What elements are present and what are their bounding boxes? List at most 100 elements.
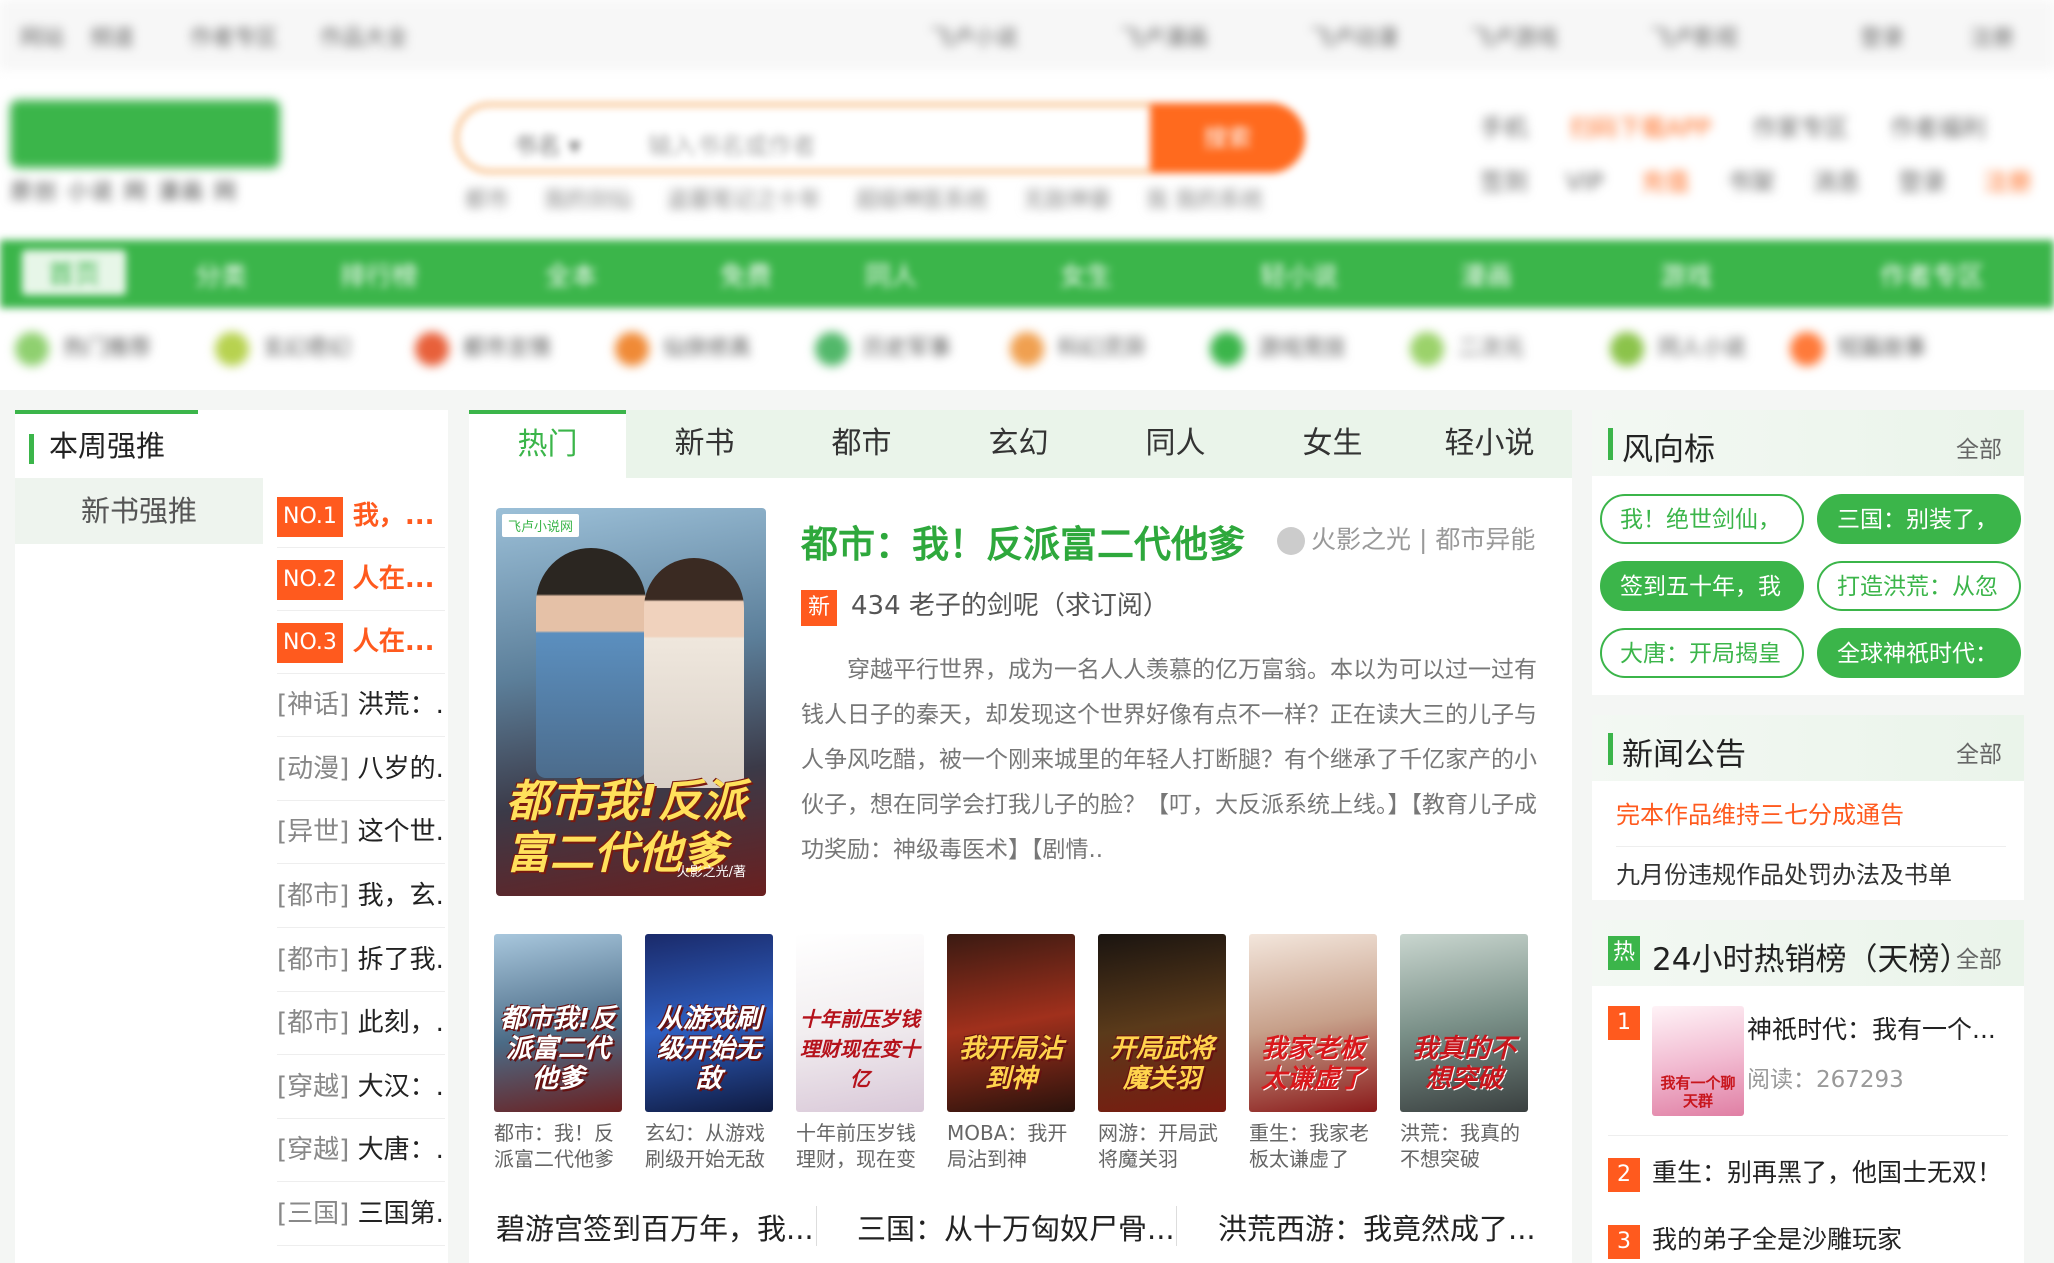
book-card[interactable]: 我家老板太谦虚了 重生：我家老板太谦虚了 bbox=[1249, 934, 1377, 1174]
tab-fanfic[interactable]: 同人 bbox=[1097, 410, 1254, 478]
tab-new[interactable]: 新书 bbox=[626, 410, 783, 478]
book-card[interactable]: 都市我!反派富二代他爹 都市：我！反派富二代他爹 bbox=[494, 934, 622, 1174]
topbar-link[interactable]: 飞卢小说 bbox=[930, 20, 1018, 52]
topbar-link[interactable]: 飞卢游戏 bbox=[1470, 20, 1558, 52]
topbar-link[interactable]: 频道 bbox=[90, 20, 134, 52]
category-link[interactable]: 科幻灵异 bbox=[1010, 330, 1146, 366]
trend-pill[interactable]: 签到五十年，我 bbox=[1600, 561, 1804, 611]
header-link[interactable]: 手机 bbox=[1480, 114, 1528, 142]
category-link[interactable]: 历史军事 bbox=[815, 330, 951, 366]
hot-book-cover[interactable]: 我有一个聊天群 bbox=[1652, 1006, 1744, 1116]
book-card[interactable]: 从游戏刷级开始无敌 玄幻：从游戏刷级开始无敌 bbox=[645, 934, 773, 1174]
book-card[interactable]: 我真的不想突破 洪荒：我真的不想突破 bbox=[1400, 934, 1528, 1174]
nav-item[interactable]: 女生 bbox=[1060, 256, 1112, 293]
rank-item[interactable]: [都市] 我，玄... bbox=[277, 865, 445, 928]
topbar-link[interactable]: 飞卢影视 bbox=[1650, 20, 1738, 52]
hot-keyword[interactable]: 我的剑仙 bbox=[544, 188, 632, 213]
topbar-link[interactable]: 飞卢漫画 bbox=[1120, 20, 1208, 52]
trend-pill[interactable]: 我！绝世剑仙， bbox=[1600, 494, 1804, 544]
rank-item[interactable]: NO.2 人在... bbox=[277, 548, 445, 611]
hot-item-top[interactable]: 1 bbox=[1608, 1006, 1652, 1040]
topbar-link[interactable]: 作者专区 bbox=[190, 20, 278, 52]
trend-pill[interactable]: 大唐：开局揭皇 bbox=[1600, 628, 1804, 678]
rank-item[interactable]: NO.3 人在... bbox=[277, 611, 445, 674]
header-link[interactable]: 签到 bbox=[1480, 168, 1528, 196]
hot-keyword[interactable]: 超级神医系统 bbox=[856, 188, 988, 213]
tab-weekly-recommend[interactable]: 本周强推 bbox=[15, 410, 198, 478]
book-card[interactable]: 开局武将魔关羽 网游：开局武将魔关羽 bbox=[1098, 934, 1226, 1174]
header-link[interactable]: 登录 bbox=[1898, 168, 1946, 196]
view-all-link[interactable]: 全部 bbox=[1956, 940, 2002, 974]
hot-keyword[interactable]: 盗墓笔记之十年 bbox=[667, 188, 821, 213]
book-card[interactable]: 我开局沾到神 MOBA：我开局沾到神 bbox=[947, 934, 1075, 1174]
category-link[interactable]: 玄幻奇幻 bbox=[215, 330, 351, 366]
category-link[interactable]: 游戏竞技 bbox=[1210, 330, 1346, 366]
news-item[interactable]: 九月份违规作品处罚办法及书单 bbox=[1616, 855, 2006, 890]
book-card[interactable]: 十年前压岁钱理财现在变十亿 十年前压岁钱理财，现在变 bbox=[796, 934, 924, 1174]
rank-item[interactable]: [神话] 洪荒：... bbox=[277, 674, 445, 737]
topbar-link[interactable]: 网站 bbox=[20, 20, 64, 52]
topbar-link[interactable]: 飞卢动漫 bbox=[1310, 20, 1398, 52]
hot-item[interactable]: 3 我的弟子全是沙雕玩家 bbox=[1608, 1220, 1902, 1259]
rank-item[interactable]: [穿越] 大汉：... bbox=[277, 1056, 445, 1119]
tab-female[interactable]: 女生 bbox=[1254, 410, 1411, 478]
tab-fantasy[interactable]: 玄幻 bbox=[940, 410, 1097, 478]
news-item[interactable]: 完本作品维持三七分成通告 bbox=[1616, 795, 2006, 847]
nav-item[interactable]: 分类 bbox=[195, 256, 247, 293]
rank-item[interactable]: [穿越] 大唐：... bbox=[277, 1119, 445, 1182]
nav-item[interactable]: 轻小说 bbox=[1260, 256, 1338, 293]
hot-item[interactable]: 2 重生：别再黑了，他国士无双！ bbox=[1608, 1153, 2002, 1192]
header-link[interactable]: 注册 bbox=[1984, 168, 2032, 196]
header-link[interactable]: VIP bbox=[1566, 168, 1604, 196]
nav-item[interactable]: 排行榜 bbox=[340, 256, 418, 293]
search-input[interactable]: 输入书名或作者 bbox=[648, 126, 816, 161]
nav-item[interactable]: 作者专区 bbox=[1880, 256, 1984, 293]
category-link[interactable]: 都市言情 bbox=[415, 330, 551, 366]
nav-item[interactable]: 游戏 bbox=[1660, 256, 1712, 293]
header-link[interactable]: 消息 bbox=[1813, 168, 1861, 196]
rank-item[interactable]: [动漫] 八岁的... bbox=[277, 738, 445, 801]
rank-item[interactable]: [三国] 三国第... bbox=[277, 1183, 445, 1246]
rank-item[interactable]: [都市] 此刻，... bbox=[277, 992, 445, 1055]
rank-item[interactable]: [都市] 拆了我... bbox=[277, 929, 445, 992]
category-link[interactable]: 同人小说 bbox=[1610, 330, 1746, 366]
header-link[interactable]: 作家专区 bbox=[1753, 114, 1849, 142]
featured-book-title[interactable]: 都市：我！反派富二代他爹 bbox=[801, 514, 1245, 568]
book-link[interactable]: 洪荒西游：我竟然成了... bbox=[1218, 1206, 1536, 1248]
topbar-link[interactable]: 作品大全 bbox=[320, 20, 408, 52]
topbar-link[interactable]: 登录 bbox=[1860, 20, 1904, 52]
book-link[interactable]: 碧游宫签到百万年，我... bbox=[496, 1206, 814, 1248]
latest-chapter[interactable]: 新 434 老子的剑呢（求订阅） bbox=[801, 585, 1169, 626]
category-link[interactable]: 仙侠修真 bbox=[615, 330, 751, 366]
nav-item[interactable]: 同人 bbox=[865, 256, 917, 293]
trend-pill[interactable]: 三国：别装了， bbox=[1817, 494, 2021, 544]
category-link[interactable]: 短篇故事 bbox=[1790, 330, 1926, 366]
topbar-link[interactable]: 注册 bbox=[1970, 20, 2014, 52]
hot-keyword[interactable]: 都市 bbox=[465, 188, 509, 213]
search-box[interactable]: 书名 ▾ 输入书名或作者 搜索 bbox=[455, 103, 1305, 173]
search-scope-select[interactable]: 书名 ▾ bbox=[513, 126, 581, 161]
trend-pill[interactable]: 全球神祇时代： bbox=[1817, 628, 2021, 678]
tab-light-novel[interactable]: 轻小说 bbox=[1411, 410, 1568, 478]
featured-book-cover[interactable]: 飞卢小说网 都市我!反派富二代他爹 火影之光/著 bbox=[496, 508, 766, 896]
tab-new-book-recommend[interactable]: 新书强推 bbox=[15, 478, 263, 544]
rank-item[interactable]: NO.1 我，... bbox=[277, 485, 445, 548]
header-link[interactable]: 扫码下载APP bbox=[1570, 114, 1711, 142]
hot-book-title[interactable]: 神祇时代：我有一个... bbox=[1747, 1010, 1996, 1046]
header-link[interactable]: 充值 bbox=[1641, 168, 1689, 196]
search-button[interactable]: 搜索 bbox=[1150, 103, 1305, 173]
site-logo[interactable]: 原创 小说 网 漫画 网 bbox=[10, 100, 280, 205]
category-link[interactable]: 热门推荐 bbox=[15, 330, 151, 366]
nav-item[interactable]: 漫画 bbox=[1460, 256, 1512, 293]
trend-pill[interactable]: 打造洪荒：从忽 bbox=[1817, 561, 2021, 611]
book-link[interactable]: 三国：从十万匈奴尸骨... bbox=[857, 1206, 1175, 1248]
featured-book-author[interactable]: 火影之光 | 都市异能 bbox=[1277, 520, 1535, 556]
header-link[interactable]: 书架 bbox=[1727, 168, 1775, 196]
nav-item[interactable]: 免费 bbox=[720, 256, 772, 293]
hot-keyword[interactable]: 无敌神豪 bbox=[1023, 188, 1111, 213]
rank-item[interactable]: [异世] 这个世... bbox=[277, 801, 445, 864]
header-link[interactable]: 作者福利 bbox=[1890, 114, 1986, 142]
nav-item-home[interactable]: 首页 bbox=[22, 250, 127, 295]
view-all-link[interactable]: 全部 bbox=[1956, 430, 2002, 464]
category-link[interactable]: 二次元 bbox=[1410, 330, 1524, 366]
